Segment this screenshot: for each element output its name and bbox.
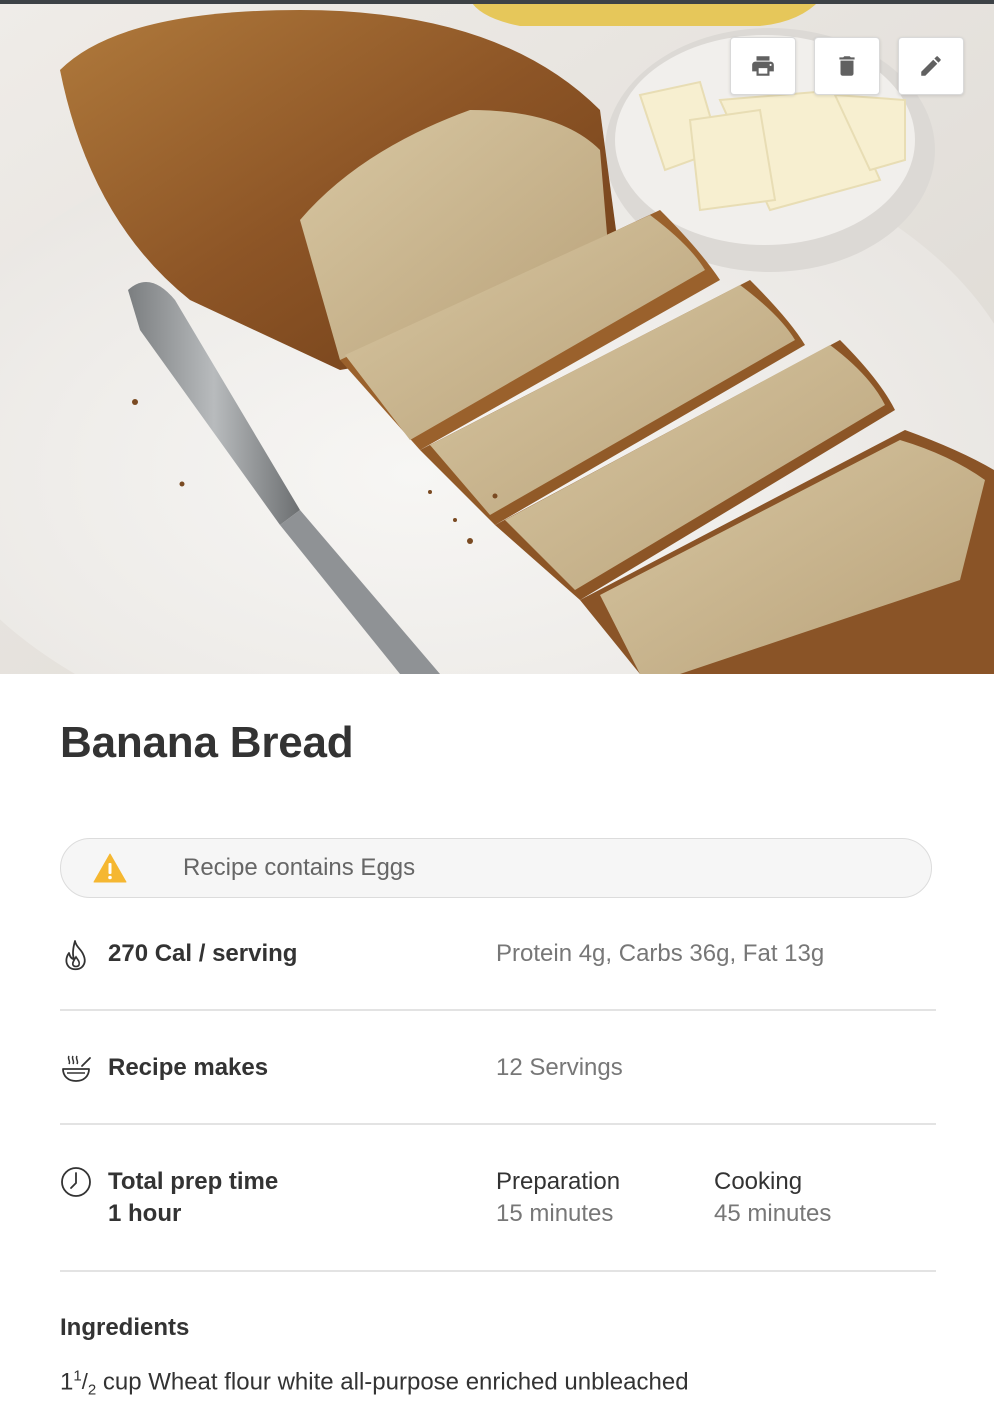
edit-button[interactable] [898,37,964,95]
ingredient-quantity-whole: 1 [60,1368,74,1396]
warning-icon [93,853,127,883]
preparation-value: 15 minutes [496,1200,614,1227]
fraction-numerator: 1 [73,1368,82,1385]
trash-icon [839,56,855,76]
ingredient-text: cup Wheat flour white all-purpose enrich… [102,1368,689,1396]
preparation-label: Preparation [496,1168,621,1195]
divider [60,1270,936,1272]
banana-bread-photo [0,0,994,674]
calories-label: 270 Cal / serving [108,940,298,967]
print-button[interactable] [730,37,796,95]
recipe-title: Banana Bread [60,718,354,767]
steaming-bowl-icon [62,1055,91,1082]
allergen-warning: Recipe contains Eggs [60,838,932,898]
delete-button[interactable] [814,37,880,95]
preparation-block: Preparation 15 minutes [496,1166,620,1230]
macros-value: Protein 4g, Carbs 36g, Fat 13g [496,940,825,967]
prep-time-row: Total prep time 1 hour Preparation 15 mi… [60,1166,936,1232]
divider [60,1009,936,1011]
cooking-value: 45 minutes [714,1200,832,1227]
ingredient-quantity-fraction: 1/2 [73,1368,97,1399]
allergen-warning-text: Recipe contains Eggs [183,854,416,881]
recipe-hero-image [0,0,994,674]
recipe-toolbar [730,37,964,95]
print-icon [752,56,774,76]
servings-row: Recipe makes 12 Servings [60,1052,936,1086]
cooking-label: Cooking [714,1168,803,1195]
ingredient-item: 11/2 cup Wheat flour white all-purpose e… [60,1368,689,1399]
servings-label: Recipe makes [108,1054,269,1081]
ingredients-heading: Ingredients [60,1314,190,1341]
cooking-block: Cooking 45 minutes [714,1166,831,1230]
servings-value: 12 Servings [496,1054,623,1081]
flame-icon [65,940,86,971]
clock-icon [61,1167,91,1197]
fraction-denominator: 2 [87,1381,97,1399]
total-prep-value: 1 hour [108,1200,182,1227]
nutrition-row: 270 Cal / serving Protein 4g, Carbs 36g,… [60,938,936,972]
total-prep-label: Total prep time [108,1168,279,1195]
top-edge-bar [0,0,994,4]
pencil-icon [921,56,941,76]
divider [60,1123,936,1125]
